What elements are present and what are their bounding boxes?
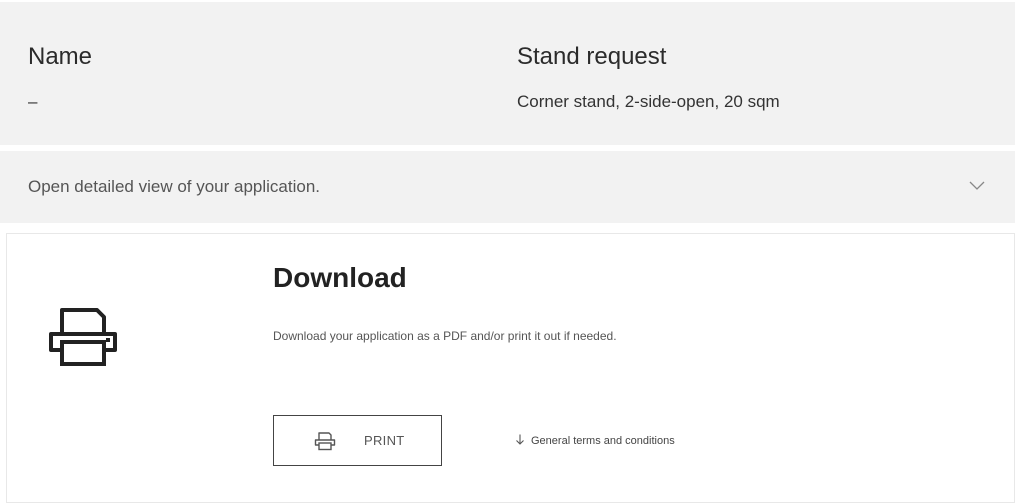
download-description: Download your application as a PDF and/o…: [273, 329, 617, 343]
printer-icon: [49, 308, 117, 366]
open-detailed-view-text: Open detailed view of your application.: [28, 177, 321, 196]
download-title: Download: [273, 262, 407, 293]
name-value: –: [28, 92, 38, 111]
stand-request-label: Stand request: [517, 43, 667, 70]
stand-request-value: Corner stand, 2-side-open, 20 sqm: [517, 92, 780, 111]
printer-icon: [314, 432, 336, 451]
print-button-label: PRINT: [364, 433, 405, 448]
name-column: Name –: [28, 42, 92, 113]
general-terms-label: General terms and conditions: [531, 435, 675, 447]
application-summary-panel: Name – Stand request Corner stand, 2-sid…: [0, 2, 1015, 145]
general-terms-link[interactable]: General terms and conditions: [515, 434, 675, 448]
open-detailed-view-toggle[interactable]: Open detailed view of your application.: [0, 151, 1015, 223]
download-card: Download Download your application as a …: [6, 233, 1015, 503]
name-label: Name: [28, 43, 93, 70]
chevron-down-icon: [969, 181, 985, 190]
print-button[interactable]: PRINT: [273, 415, 442, 466]
arrow-down-icon: [516, 434, 524, 445]
stand-request-column: Stand request Corner stand, 2-side-open,…: [517, 42, 780, 113]
